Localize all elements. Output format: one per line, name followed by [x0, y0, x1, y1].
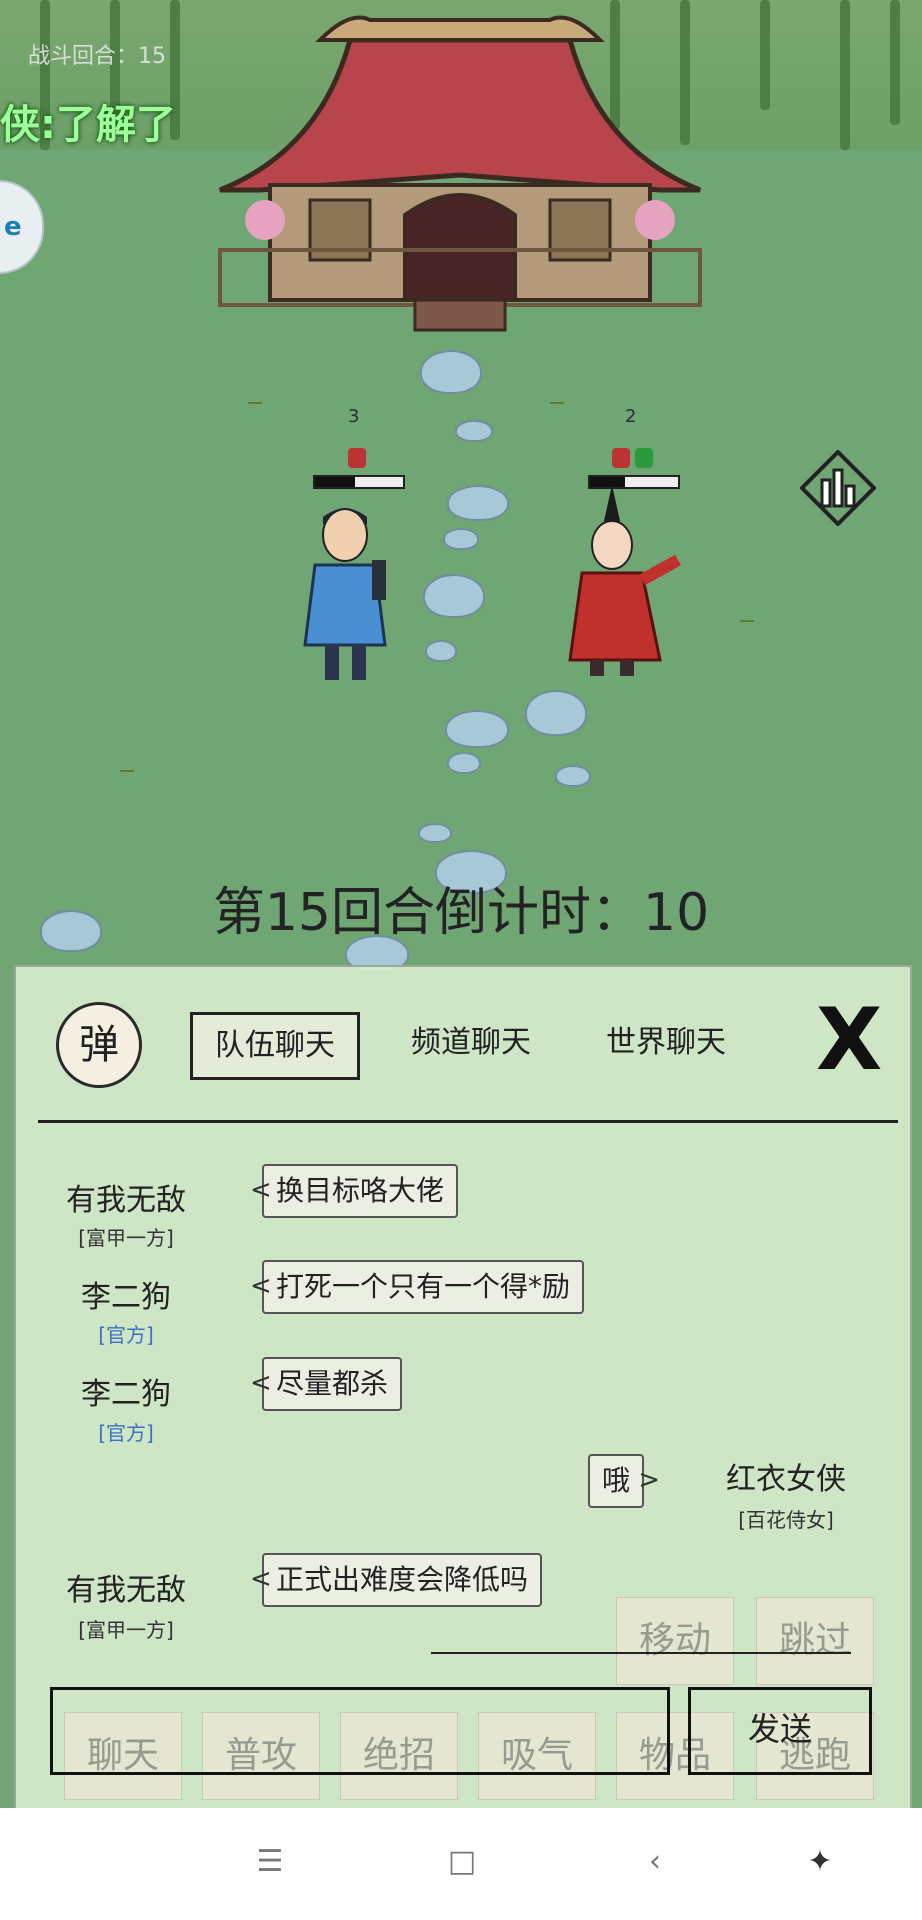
menu-icon[interactable]: ☰ [250, 1842, 290, 1882]
message-bubble: 哦 > [588, 1454, 660, 1508]
path-stone [555, 765, 591, 787]
message-sender-title: [官方] [98, 1421, 154, 1445]
player-hp-bar [313, 475, 405, 489]
player-level: 3 [348, 406, 360, 427]
battle-round-label: 战斗回合：15 [28, 44, 166, 69]
message-sender-title: [富甲一方] [78, 1618, 174, 1642]
bubble-tail-icon: < [250, 1564, 272, 1594]
path-stone [418, 823, 452, 843]
battle-scene: 战斗回合：15 侠:了解了 e 3 2 第15回合倒计时：10 弹 队伍聊天 频… [0, 0, 922, 1808]
message-sender-title: [官方] [98, 1323, 154, 1347]
path-stone [425, 640, 457, 662]
enemy-buff-icon [612, 448, 630, 468]
home-icon[interactable]: □ [442, 1842, 482, 1882]
speech-text: 侠:了解了 [0, 102, 176, 148]
message-text: 打死一个只有一个得*励 [276, 1270, 571, 1303]
message-bubble: < 正式出难度会降低吗 [250, 1553, 543, 1607]
message-sender-title: [富甲一方] [78, 1226, 174, 1250]
message-sender-name: 有我无敌 [66, 1183, 186, 1218]
path-stone [447, 752, 481, 774]
bubble-tail-icon: > [638, 1465, 661, 1495]
side-app-glyph-icon: e [4, 212, 22, 242]
enemy-poison-icon [635, 448, 653, 468]
player-buff-icon [348, 448, 366, 468]
grass-tuft [740, 610, 754, 622]
grass-tuft [120, 760, 134, 772]
bubble-tail-icon: < [250, 1175, 272, 1205]
message-text: 尽量都杀 [276, 1367, 389, 1400]
chat-panel: 弹 队伍聊天 频道聊天 世界聊天 X 有我无敌 [富甲一方] < 换目标咯大佬 … [14, 965, 912, 1808]
skip-button[interactable]: 跳过 [756, 1597, 874, 1685]
player-character[interactable] [290, 495, 400, 685]
path-stone [455, 420, 493, 442]
path-stone [423, 574, 485, 618]
path-stone [445, 710, 509, 748]
round-countdown: 第15回合倒计时：10 [212, 883, 710, 943]
chat-input[interactable] [50, 1687, 670, 1775]
enemy-character[interactable] [560, 485, 685, 680]
pavilion-building [218, 15, 702, 332]
message-sender-name: 有我无敌 [66, 1573, 186, 1608]
chat-divider [38, 1120, 898, 1123]
message-text: 哦 [602, 1464, 631, 1497]
tab-channel-chat[interactable]: 频道聊天 [376, 1012, 566, 1074]
message-sender-name: 李二狗 [81, 1280, 171, 1315]
input-underline [431, 1652, 851, 1654]
path-stone [443, 528, 479, 550]
message-sender-title: [百花侍女] [738, 1508, 834, 1532]
battle-stats-icon[interactable] [800, 450, 876, 526]
close-chat-button[interactable]: X [816, 997, 882, 1083]
move-button[interactable]: 移动 [616, 1597, 734, 1685]
system-nav-bar: ☰ □ ‹ ✦ [0, 1808, 922, 1920]
message-bubble: < 换目标咯大佬 [250, 1164, 459, 1218]
send-button[interactable]: 发送 [688, 1687, 872, 1775]
grass-tuft [550, 392, 564, 404]
bubble-tail-icon: < [250, 1368, 272, 1398]
bubble-tail-icon: < [250, 1271, 272, 1301]
grass-tuft [248, 392, 262, 404]
message-sender-name: 李二狗 [81, 1377, 171, 1412]
path-stone [525, 690, 587, 736]
path-stone [420, 350, 482, 394]
tab-world-chat[interactable]: 世界聊天 [571, 1012, 761, 1074]
message-bubble: < 打死一个只有一个得*励 [250, 1260, 585, 1314]
message-text: 换目标咯大佬 [276, 1174, 445, 1207]
message-bubble: < 尽量都杀 [250, 1357, 403, 1411]
accessibility-icon[interactable]: ✦ [800, 1842, 840, 1882]
message-sender-name: 红衣女侠 [726, 1462, 846, 1497]
tab-team-chat[interactable]: 队伍聊天 [190, 1012, 360, 1080]
path-stone [447, 485, 509, 521]
side-app-icon[interactable]: e [0, 180, 44, 274]
enemy-level: 2 [625, 406, 637, 427]
message-text: 正式出难度会降低吗 [276, 1563, 529, 1596]
back-icon[interactable]: ‹ [635, 1842, 675, 1882]
danmu-toggle-button[interactable]: 弹 [56, 1002, 142, 1088]
player-hp-fill [315, 477, 355, 487]
